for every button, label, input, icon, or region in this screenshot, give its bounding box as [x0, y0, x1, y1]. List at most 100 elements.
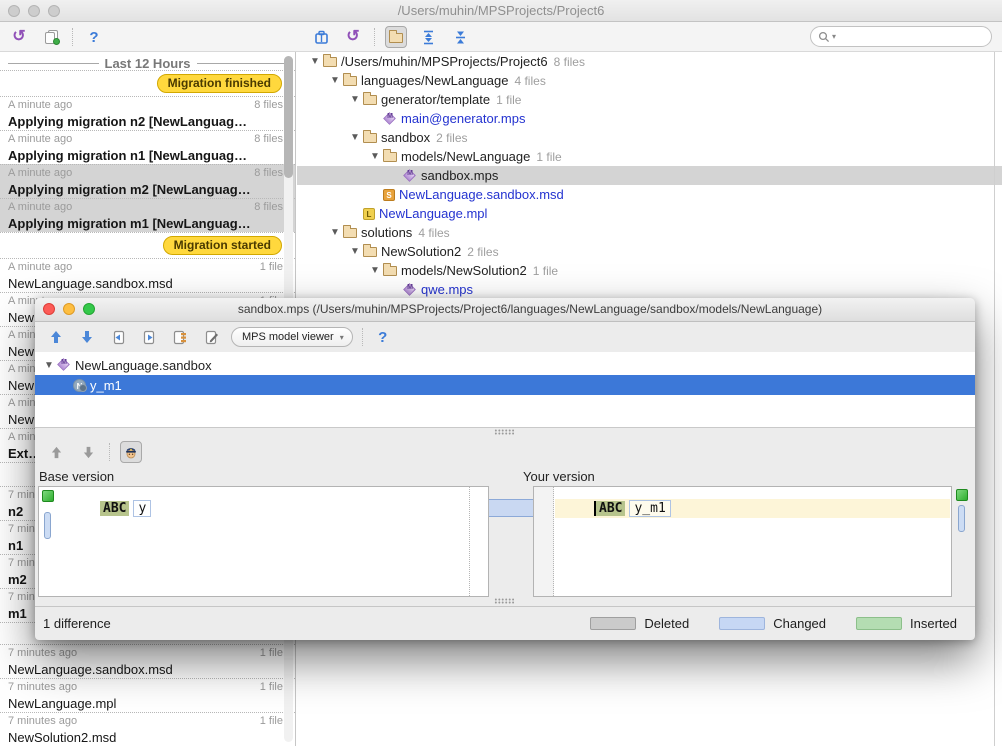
- tree-label: NewSolution2: [381, 244, 461, 259]
- list-item[interactable]: A minute ago1 file NewLanguage.sandbox.m…: [0, 258, 295, 292]
- tree-row[interactable]: ▼ generator/template 1 file: [297, 90, 1002, 109]
- mps-model-icon: M: [403, 169, 417, 183]
- deleted-label: Deleted: [644, 616, 689, 631]
- changed-connector[interactable]: [489, 499, 533, 517]
- entry-count: 1 file: [260, 715, 283, 729]
- apply-all-button[interactable]: [169, 326, 191, 348]
- tree-row[interactable]: ▼ languages/NewLanguage 4 files: [297, 71, 1002, 90]
- tree-row[interactable]: ▼ models/NewLanguage 1 file: [297, 147, 1002, 166]
- splitter-handle[interactable]: ••••••••••••: [35, 597, 975, 606]
- chevron-down-icon[interactable]: ▼: [347, 94, 363, 105]
- tree-count: 8 files: [554, 55, 585, 69]
- next-difference-button[interactable]: [76, 326, 98, 348]
- tree-row[interactable]: ▼ M main@generator.mps: [297, 109, 1002, 128]
- entry-count: 8 files: [254, 167, 283, 181]
- prev-change-button[interactable]: [45, 441, 67, 463]
- prev-change-icon: [50, 446, 63, 459]
- collapse-all-button[interactable]: [449, 26, 471, 48]
- tree-row[interactable]: ▼ S NewLanguage.sandbox.msd: [297, 185, 1002, 204]
- chevron-down-icon[interactable]: ▼: [307, 56, 323, 67]
- tree-row[interactable]: ▼ NewSolution2 2 files: [297, 242, 1002, 261]
- create-patch-button[interactable]: [40, 26, 62, 48]
- chevron-down-icon[interactable]: ▼: [327, 75, 343, 86]
- list-item[interactable]: 7 minutes ago1 file NewLanguage.mpl: [0, 678, 295, 712]
- splitter-handle[interactable]: ••••••••••••: [35, 428, 975, 437]
- entry-time: 7 minutes ago: [8, 647, 77, 661]
- list-item[interactable]: 7 minutes ago1 file NewLanguage.sandbox.…: [0, 644, 295, 678]
- tree-row[interactable]: ▼ M NewLanguage.sandbox: [35, 355, 975, 375]
- list-item[interactable]: 7 minutes ago1 file NewSolution2.msd: [0, 712, 295, 746]
- tree-label: models/NewSolution2: [401, 263, 527, 278]
- tree-count: 4 files: [418, 226, 449, 240]
- accept-left-button[interactable]: [107, 326, 129, 348]
- list-item[interactable]: A minute ago8 files Applying migration n…: [0, 130, 295, 164]
- value-cell[interactable]: y_m1: [629, 500, 670, 517]
- entry-count: 1 file: [260, 647, 283, 661]
- entry-count: 1 file: [260, 681, 283, 695]
- help-button[interactable]: ?: [83, 26, 105, 48]
- editor-row[interactable]: ABC y: [59, 499, 468, 518]
- changed-marker[interactable]: [958, 505, 965, 532]
- expand-all-button[interactable]: [417, 26, 439, 48]
- entry-time: 7 minutes ago: [8, 715, 77, 729]
- tree-label: main@generator.mps: [401, 111, 525, 126]
- value-cell[interactable]: y: [133, 500, 151, 517]
- edit-source-button[interactable]: [200, 326, 222, 348]
- group-by-directory-button[interactable]: [385, 26, 407, 48]
- revert-selected-button[interactable]: ↺: [342, 26, 364, 48]
- tree-row[interactable]: ▼ sandbox 2 files: [297, 128, 1002, 147]
- entry-count: 8 files: [254, 99, 283, 113]
- tree-count: 1 file: [496, 93, 521, 107]
- history-label-row[interactable]: Migration started: [0, 232, 295, 258]
- minimize-button[interactable]: [63, 303, 75, 315]
- editor-row[interactable]: ABC y_m1: [555, 499, 950, 518]
- tree-row[interactable]: ▼ L NewLanguage.mpl: [297, 204, 1002, 223]
- list-item[interactable]: A minute ago8 files Applying migration n…: [0, 96, 295, 130]
- chevron-down-icon[interactable]: ▼: [327, 227, 343, 238]
- inserted-marker[interactable]: [42, 490, 54, 502]
- diff-pane-labels: Base version Your version: [35, 467, 975, 486]
- accept-right-button[interactable]: [138, 326, 160, 348]
- group-by-directory-icon: [389, 33, 403, 43]
- tree-count: 1 file: [536, 150, 561, 164]
- list-item-selected[interactable]: A minute ago8 files Applying migration m…: [0, 198, 295, 232]
- close-button[interactable]: [43, 303, 55, 315]
- history-label-row[interactable]: Migration finished: [0, 70, 295, 96]
- tree-label: sandbox: [381, 130, 430, 145]
- tree-row[interactable]: ▼ models/NewSolution2 1 file: [297, 261, 1002, 280]
- entry-title: Applying migration n1 [NewLanguag…: [8, 148, 283, 163]
- tree-row[interactable]: ▼ solutions 4 files: [297, 223, 1002, 242]
- next-change-icon: [82, 446, 95, 459]
- chevron-down-icon[interactable]: ▼: [41, 360, 57, 371]
- chevron-down-icon[interactable]: ▼: [367, 265, 383, 276]
- create-patch-icon: [45, 30, 58, 44]
- status-badge: Migration finished: [157, 74, 282, 93]
- tree-row[interactable]: ▼ M qwe.mps: [297, 280, 1002, 299]
- revert-button[interactable]: ↺: [8, 26, 30, 48]
- chevron-down-icon[interactable]: ▼: [367, 151, 383, 162]
- changed-marker[interactable]: [44, 512, 51, 539]
- viewer-selector[interactable]: MPS model viewer ▾: [231, 327, 353, 347]
- tree-row-selected[interactable]: ▼ M sandbox.mps: [297, 166, 1002, 185]
- tree-row-selected[interactable]: N y_m1: [35, 375, 975, 395]
- chevron-down-icon[interactable]: ▼: [347, 132, 363, 143]
- your-version-pane[interactable]: ABC y_m1: [533, 486, 952, 597]
- chevron-down-icon[interactable]: ▾: [832, 32, 836, 41]
- help-button[interactable]: ?: [372, 326, 394, 348]
- auto-merge-button[interactable]: [120, 441, 142, 463]
- tree-row[interactable]: ▼ /Users/muhin/MPSProjects/Project6 8 fi…: [297, 52, 1002, 71]
- scrollbar-thumb[interactable]: [284, 56, 293, 178]
- entry-time: A minute ago: [8, 201, 72, 215]
- chevron-down-icon[interactable]: ▼: [347, 246, 363, 257]
- folder-icon: [343, 76, 357, 86]
- zoom-button[interactable]: [83, 303, 95, 315]
- search-input[interactable]: ▾: [810, 26, 992, 47]
- base-version-pane[interactable]: ABC y: [38, 486, 489, 597]
- compare-button[interactable]: [310, 26, 332, 48]
- next-change-button[interactable]: [77, 441, 99, 463]
- list-item-selected[interactable]: A minute ago8 files Applying migration m…: [0, 164, 295, 198]
- change-marker-column: [954, 486, 970, 597]
- entry-time: A minute ago: [8, 133, 72, 147]
- inserted-marker[interactable]: [956, 489, 968, 501]
- prev-difference-button[interactable]: [45, 326, 67, 348]
